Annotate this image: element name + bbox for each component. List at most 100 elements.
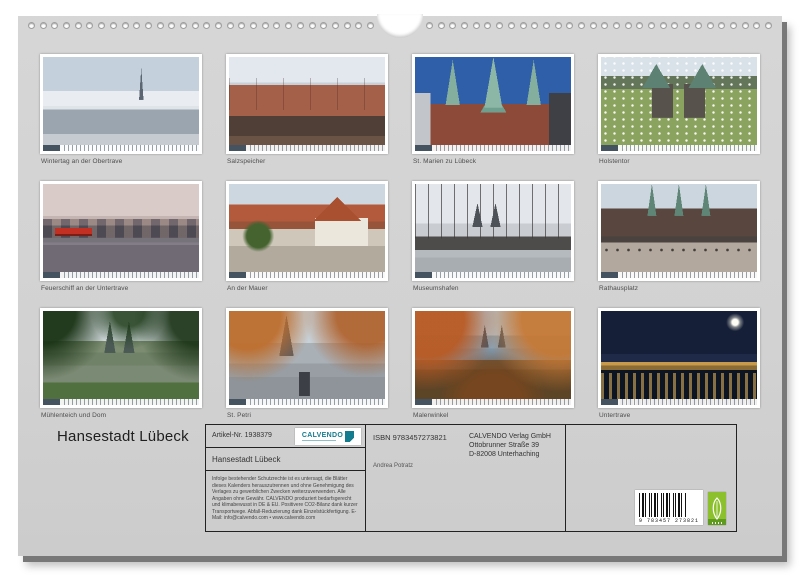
binding-hole — [718, 22, 725, 29]
thumbnail-caption: Holstentor — [599, 158, 760, 165]
mini-calendar-page — [412, 308, 574, 408]
thumbnail-caption: Wintertag an der Obertrave — [41, 158, 202, 165]
thumbnail-caption: Feuerschiff an der Untertrave — [41, 285, 202, 292]
binding-hole — [765, 22, 772, 29]
thumbnail-caption: Mühlenteich und Dom — [41, 412, 202, 419]
calendar-back-cover: Wintertag an der ObertraveSalzspeicherSt… — [0, 0, 800, 577]
mini-calendar-page — [598, 181, 760, 281]
binding-hole — [227, 22, 234, 29]
calvendo-logo-text: CALVENDO — [302, 432, 343, 439]
binding-hole — [122, 22, 129, 29]
binding-hole — [742, 22, 749, 29]
calvendo-logo-textwrap: CALVENDO — [302, 432, 343, 441]
publisher-line: CALVENDO Verlag GmbH — [469, 433, 551, 442]
binding-hole — [473, 22, 480, 29]
calendar-month-thumbnail: Museumshafen — [412, 181, 574, 292]
binding-hole — [730, 22, 737, 29]
binding-hole — [157, 22, 164, 29]
calendar-month-thumbnail: St. Marien zu Lübeck — [412, 54, 574, 165]
calendar-photo — [415, 184, 571, 278]
spiral-binding-holes-right — [426, 22, 772, 30]
mini-calendar-page — [226, 308, 388, 408]
thumbnail-caption: Untertrave — [599, 412, 760, 419]
publisher-line: Ottobrunner Straße 39 — [469, 442, 551, 451]
binding-hole — [520, 22, 527, 29]
mini-calendar-date-strip — [229, 399, 385, 405]
calvendo-tagline-line — [302, 440, 336, 441]
binding-hole — [438, 22, 445, 29]
binding-hole — [707, 22, 714, 29]
binding-hole — [40, 22, 47, 29]
eco-label-text-strip — [712, 522, 722, 524]
publisher-line: D-82008 Unterhaching — [469, 451, 551, 460]
calendar-month-thumbnail: Rathausplatz — [598, 181, 760, 292]
binding-hole — [285, 22, 292, 29]
binding-hole — [133, 22, 140, 29]
artikel-number: Artikel-Nr. 1938379 — [212, 432, 272, 439]
mini-calendar-date-strip — [601, 399, 757, 405]
binding-hole — [601, 22, 608, 29]
calvendo-logo: CALVENDO — [295, 428, 361, 445]
binding-hole — [753, 22, 760, 29]
eco-leaf-icon — [710, 496, 724, 522]
mini-calendar-page — [40, 181, 202, 281]
binding-hole — [28, 22, 35, 29]
binding-hole — [449, 22, 456, 29]
binding-hole — [660, 22, 667, 29]
binding-hole — [203, 22, 210, 29]
calendar-photo — [601, 184, 757, 278]
calendar-month-thumbnail: Malerwinkel — [412, 308, 574, 419]
binding-hole — [578, 22, 585, 29]
mini-calendar-date-strip — [43, 145, 199, 151]
publisher-info-table: Artikel-Nr. 1938379 CALVENDO Hansestadt … — [205, 424, 737, 532]
thumbnail-caption: St. Petri — [227, 412, 388, 419]
binding-hole — [555, 22, 562, 29]
mini-calendar-page — [226, 181, 388, 281]
info-column-right: 9 783457 273821 — [566, 425, 738, 531]
page-title: Hansestadt Lübeck — [57, 428, 189, 445]
binding-hole — [180, 22, 187, 29]
author-name: Andrea Potratz — [373, 463, 413, 469]
binding-hole — [75, 22, 82, 29]
legal-text: Infolge bestehender Schutzrechte ist es … — [206, 471, 365, 527]
binding-hole — [110, 22, 117, 29]
binding-hole — [192, 22, 199, 29]
binding-hole — [273, 22, 280, 29]
binding-hole — [613, 22, 620, 29]
binding-hole — [625, 22, 632, 29]
spiral-binding-holes-left — [28, 22, 374, 30]
calendar-month-thumbnail: Mühlenteich und Dom — [40, 308, 202, 419]
calendar-photo — [229, 57, 385, 151]
calendar-month-thumbnail: Untertrave — [598, 308, 760, 419]
mini-calendar-date-strip — [601, 145, 757, 151]
mini-calendar-date-strip — [415, 272, 571, 278]
mini-calendar-page — [598, 54, 760, 154]
binding-hole — [238, 22, 245, 29]
binding-hole — [262, 22, 269, 29]
binding-hole — [648, 22, 655, 29]
binding-hole — [86, 22, 93, 29]
calendar-photo — [229, 184, 385, 278]
barcode-bars — [639, 493, 687, 517]
mini-calendar-date-strip — [43, 399, 199, 405]
mini-calendar-date-strip — [601, 272, 757, 278]
binding-hole — [367, 22, 374, 29]
isbn-text: ISBN 9783457273821 — [373, 433, 447, 442]
calendar-month-thumbnail: Holstentor — [598, 54, 760, 165]
calendar-photo — [229, 311, 385, 405]
binding-hole — [168, 22, 175, 29]
binding-hole — [297, 22, 304, 29]
calvendo-page-icon — [345, 431, 354, 442]
calendar-photo — [43, 311, 199, 405]
thumbnail-caption: St. Marien zu Lübeck — [413, 158, 574, 165]
mini-calendar-page — [412, 54, 574, 154]
calendar-photo — [415, 57, 571, 151]
barcode-digits: 9 783457 273821 — [639, 518, 699, 524]
binding-hole — [508, 22, 515, 29]
calendar-photo — [415, 311, 571, 405]
mini-calendar-page — [412, 181, 574, 281]
binding-hole — [590, 22, 597, 29]
calendar-title-row: Hansestadt Lübeck — [206, 448, 365, 471]
binding-hole — [484, 22, 491, 29]
binding-hole — [496, 22, 503, 29]
